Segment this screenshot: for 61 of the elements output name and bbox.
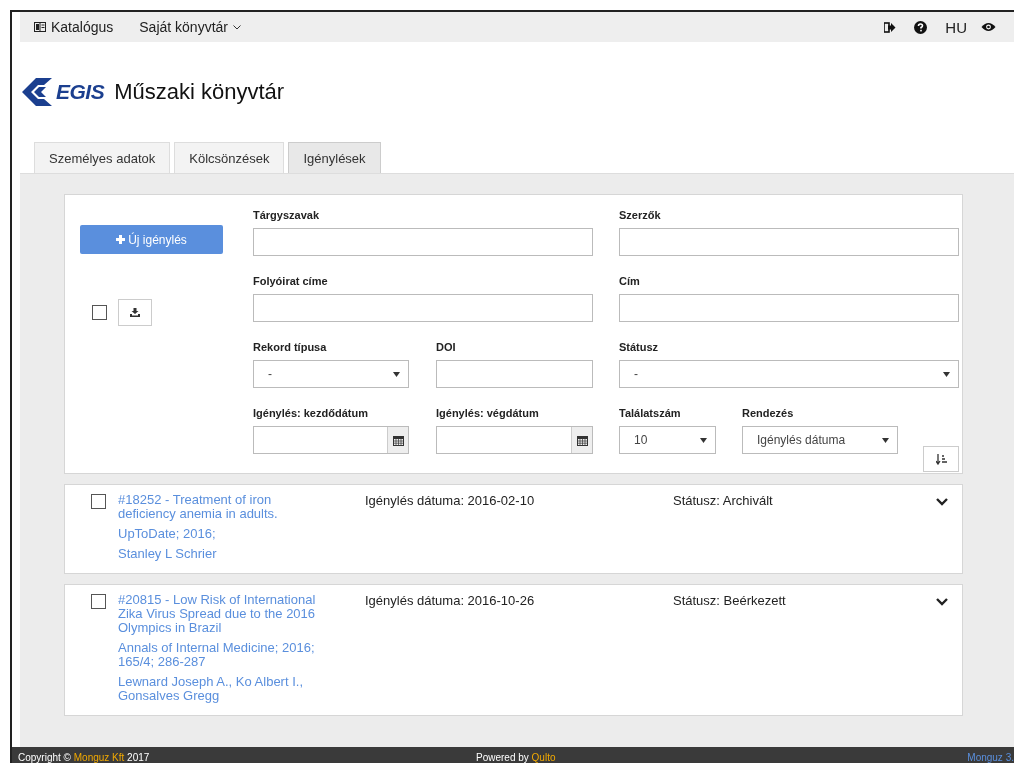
logo-text: EGIS: [56, 80, 105, 104]
copyright-text: Copyright © Monguz Kft 2017: [18, 752, 151, 763]
download-icon: [130, 308, 140, 317]
sort-button[interactable]: [923, 446, 959, 472]
input-field[interactable]: [619, 294, 959, 322]
request-date: Igénylés dátuma: 2016-02-10: [365, 493, 536, 508]
input-field[interactable]: [253, 294, 593, 322]
field-label: Cím: [619, 275, 641, 288]
chevron-icon[interactable]: [936, 598, 948, 606]
input-field[interactable]: [436, 360, 593, 388]
field-label: Rekord típusa: [253, 341, 328, 354]
help-icon[interactable]: [914, 20, 928, 34]
sign-out-icon[interactable]: [884, 21, 897, 33]
input-field[interactable]: [619, 228, 959, 256]
select-field[interactable]: Igénylés dátuma: [742, 426, 898, 454]
tab[interactable]: Személyes adatok: [34, 142, 171, 173]
dropdown-arrow-icon: [393, 371, 400, 377]
select-field[interactable]: -: [253, 360, 409, 388]
powered-by-text: Powered by Qulto: [476, 752, 557, 763]
tab[interactable]: Kölcsönzések: [174, 142, 285, 173]
nav-link[interactable]: Saját könyvtár: [139, 19, 241, 35]
field-label: DOI: [436, 341, 457, 354]
field-label: Igénylés: kezdődátum: [253, 407, 369, 420]
version-text: Monguz 3.: [967, 752, 1014, 763]
field-label: Szerzők: [619, 209, 662, 222]
book-icon: [34, 22, 46, 32]
calendar-icon: [576, 434, 588, 446]
download-button[interactable]: [118, 299, 152, 326]
field-label: Igénylés: végdátum: [436, 407, 540, 420]
field-label: Találatszám: [619, 407, 682, 420]
select-all-checkbox[interactable]: [92, 305, 107, 320]
tab[interactable]: Igénylések: [288, 142, 381, 173]
page-title: Műszaki könyvtár: [114, 79, 285, 105]
row-checkbox[interactable]: [91, 494, 106, 509]
field-label: Státusz: [619, 341, 660, 354]
plus-icon: [116, 235, 126, 244]
input-field[interactable]: [253, 228, 593, 256]
calendar-icon: [392, 434, 404, 446]
company-link[interactable]: Monguz Kft: [73, 752, 125, 763]
eye-icon[interactable]: [981, 22, 996, 32]
nav-link[interactable]: Katalógus: [34, 19, 114, 35]
select-field[interactable]: -: [619, 360, 959, 388]
dropdown-arrow-icon: [882, 437, 889, 443]
field-label: Tárgyszavak: [253, 209, 321, 222]
field-label: Rendezés: [742, 407, 795, 420]
status-text: Státusz: Beérkezett: [673, 593, 787, 608]
status-text: Státusz: Archivált: [673, 493, 774, 508]
qulto-link[interactable]: Qulto: [531, 752, 556, 763]
language-link[interactable]: HU: [945, 18, 967, 36]
logo-icon: [22, 77, 52, 107]
field-label: Folyóirat címe: [253, 275, 329, 288]
request-date: Igénylés dátuma: 2016-10-26: [365, 593, 536, 608]
select-field[interactable]: 10: [619, 426, 716, 454]
date-field[interactable]: [436, 426, 593, 454]
sort-icon: [935, 453, 947, 465]
dropdown-arrow-icon: [943, 371, 950, 377]
dropdown-arrow-icon: [700, 437, 707, 443]
chevron-icon[interactable]: [936, 498, 948, 506]
row-checkbox[interactable]: [91, 594, 106, 609]
date-field[interactable]: [253, 426, 409, 454]
caret-icon: [233, 24, 241, 30]
